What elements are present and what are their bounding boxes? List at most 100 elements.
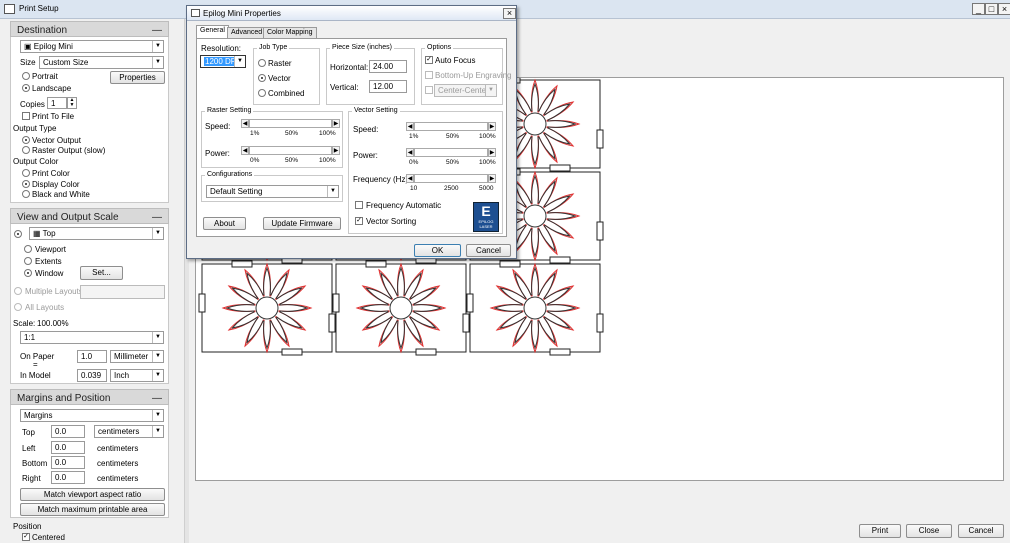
all-layouts-radio[interactable] <box>14 303 22 311</box>
right-arrow-icon[interactable]: ▶ <box>332 146 340 155</box>
frequency-automatic-checkbox[interactable] <box>355 201 363 209</box>
extents-radio[interactable] <box>24 257 32 265</box>
center-select[interactable]: Center-Center ▼ <box>434 84 497 97</box>
vertical-input[interactable]: 12.00 <box>369 80 407 93</box>
portrait-radio[interactable] <box>22 72 30 80</box>
margins-mode-select[interactable]: Margins ▼ <box>20 409 164 422</box>
print-color-radio[interactable] <box>22 169 30 177</box>
multiple-layouts-radio[interactable] <box>14 287 22 295</box>
left-arrow-icon[interactable]: ◀ <box>241 146 249 155</box>
raster-power-slider[interactable] <box>249 146 332 155</box>
print-to-file-checkbox[interactable] <box>22 112 30 120</box>
ok-button[interactable]: OK <box>414 244 461 257</box>
left-arrow-icon[interactable]: ◀ <box>406 122 414 131</box>
flower-petal-outline <box>489 262 581 354</box>
puzzle-tab <box>328 313 336 333</box>
close-window-button[interactable]: × <box>998 3 1010 15</box>
copies-spinner[interactable]: ▲ ▼ <box>67 97 77 109</box>
printer-select[interactable]: ▣ Epilog Mini ▼ <box>20 40 164 53</box>
maximize-button[interactable]: □ <box>985 3 998 15</box>
horizontal-input[interactable]: 24.00 <box>369 60 407 73</box>
raster-radio[interactable] <box>258 59 266 67</box>
bottom-input[interactable]: 0.0 <box>51 456 85 469</box>
raster-label: Raster <box>268 59 292 68</box>
centered-checkbox[interactable]: ✓ <box>22 533 30 541</box>
about-button[interactable]: About <box>203 217 246 230</box>
right-arrow-icon[interactable]: ▶ <box>332 119 340 128</box>
flower-petal-outline <box>359 266 443 350</box>
on-paper-unit: Millimeter <box>114 352 149 361</box>
copies-input[interactable]: 1 <box>47 97 67 109</box>
combined-radio[interactable] <box>258 89 266 97</box>
printer-value: Epilog Mini <box>33 42 73 51</box>
puzzle-piece-outline <box>469 263 601 353</box>
puzzle-tab <box>596 129 604 149</box>
in-model-input[interactable]: 0.039 <box>77 369 107 382</box>
left-arrow-icon[interactable]: ◀ <box>241 119 249 128</box>
puzzle-tab <box>596 313 604 333</box>
update-firmware-button[interactable]: Update Firmware <box>263 217 341 230</box>
left-arrow-icon[interactable]: ◀ <box>406 148 414 157</box>
raster-speed-slider[interactable] <box>249 119 332 128</box>
ratio-select[interactable]: 1:1 ▼ <box>20 331 164 344</box>
auto-focus-checkbox[interactable]: ✓ <box>425 56 433 64</box>
left-input[interactable]: 0.0 <box>51 441 85 454</box>
size-select[interactable]: Custom Size ▼ <box>39 56 164 69</box>
in-model-unit-select[interactable]: Inch ▼ <box>110 369 164 382</box>
vector-power-slider[interactable] <box>414 148 488 157</box>
top-input[interactable]: 0.0 <box>51 425 85 438</box>
vector-sorting-checkbox[interactable]: ✓ <box>355 217 363 225</box>
vector-output-radio[interactable] <box>22 136 30 144</box>
on-paper-unit-select[interactable]: Millimeter ▼ <box>110 350 164 363</box>
properties-button[interactable]: Properties <box>110 71 165 84</box>
flower-center <box>523 112 547 136</box>
set-button[interactable]: Set... <box>80 266 123 280</box>
right-input[interactable]: 0.0 <box>51 471 85 484</box>
destination-header[interactable]: Destination — <box>10 21 169 37</box>
match-viewport-button[interactable]: Match viewport aspect ratio <box>20 488 165 501</box>
tick-label: 50% <box>285 157 299 164</box>
raster-power-label: Power: <box>205 149 230 158</box>
close-button[interactable]: Close <box>906 524 952 538</box>
frequency-label: Frequency (Hz): <box>353 175 411 184</box>
margin-unit-select[interactable]: centimeters ▼ <box>94 425 164 438</box>
dialog-close-button[interactable]: × <box>503 8 516 19</box>
black-white-radio[interactable] <box>22 190 30 198</box>
right-arrow-icon[interactable]: ▶ <box>488 122 496 131</box>
collapse-icon[interactable]: — <box>152 212 162 223</box>
chevron-down-icon: ▼ <box>152 228 163 239</box>
collapse-icon[interactable]: — <box>152 25 162 36</box>
minimize-button[interactable]: _ <box>972 3 985 15</box>
cancel-button[interactable]: Cancel <box>958 524 1004 538</box>
configuration-select[interactable]: Default Setting ▼ <box>206 185 339 198</box>
print-button[interactable]: Print <box>859 524 901 538</box>
viewport-radio[interactable] <box>24 245 32 253</box>
vector-radio[interactable] <box>258 74 266 82</box>
margins-heading: Margins and Position <box>17 393 111 404</box>
frequency-slider[interactable] <box>414 174 488 183</box>
on-paper-input[interactable]: 1.0 <box>77 350 107 363</box>
display-color-radio[interactable] <box>22 180 30 188</box>
landscape-radio[interactable] <box>22 84 30 92</box>
bottom-up-checkbox[interactable] <box>425 71 433 79</box>
vector-speed-slider[interactable] <box>414 122 488 131</box>
center-checkbox[interactable] <box>425 86 433 94</box>
margins-header[interactable]: Margins and Position — <box>10 389 169 405</box>
view-radio[interactable] <box>14 230 22 238</box>
tick-label: 2500 <box>444 185 459 192</box>
tab-general[interactable]: General <box>196 25 229 39</box>
dialog-cancel-button[interactable]: Cancel <box>466 244 511 257</box>
window-radio[interactable] <box>24 269 32 277</box>
resolution-select[interactable]: 1200 DPI ▼ <box>200 55 246 68</box>
left-arrow-icon[interactable]: ◀ <box>406 174 414 183</box>
center-value: Center-Center <box>438 86 489 95</box>
raster-output-radio[interactable] <box>22 146 30 154</box>
match-printable-button[interactable]: Match maximum printable area <box>20 503 165 516</box>
right-arrow-icon[interactable]: ▶ <box>488 148 496 157</box>
view-scale-header[interactable]: View and Output Scale — <box>10 208 169 224</box>
collapse-icon[interactable]: — <box>152 393 162 404</box>
view-select[interactable]: ▦ Top ▼ <box>29 227 164 240</box>
right-arrow-icon[interactable]: ▶ <box>488 174 496 183</box>
left-label: Left <box>22 444 36 453</box>
tick-label: 1% <box>409 133 419 140</box>
